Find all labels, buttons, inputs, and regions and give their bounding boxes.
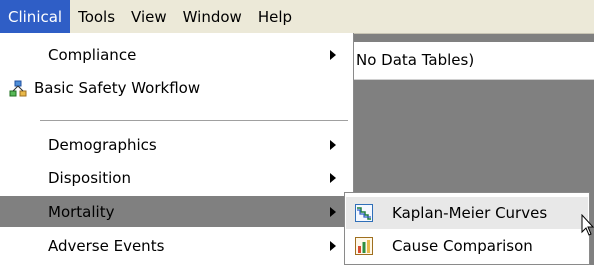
clinical-dropdown-menu: Compliance Basic Safety Workflow Demogra… (0, 33, 354, 265)
submenu-arrow-icon (330, 240, 336, 251)
kaplan-meier-icon (355, 204, 373, 222)
menu-item-adverse-events[interactable]: Adverse Events (0, 230, 353, 261)
menu-help[interactable]: Help (250, 0, 300, 33)
menu-item-label: Adverse Events (48, 236, 165, 255)
menu-tools[interactable]: Tools (70, 0, 123, 33)
cause-comparison-icon (355, 237, 373, 255)
submenu-item-cause-comparison[interactable]: Cause Comparison (346, 230, 588, 262)
submenu-item-label: Cause Comparison (392, 237, 533, 255)
menu-view[interactable]: View (123, 0, 175, 33)
menu-separator (40, 120, 348, 122)
menu-item-label: Disposition (48, 168, 131, 187)
data-tables-text: No Data Tables) (356, 51, 475, 69)
submenu-arrow-icon (330, 49, 336, 60)
menu-item-disposition[interactable]: Disposition (0, 162, 353, 193)
menu-clinical[interactable]: Clinical (0, 0, 71, 33)
menu-item-label: Mortality (48, 202, 115, 221)
menu-item-basic-safety-workflow[interactable]: Basic Safety Workflow (0, 72, 353, 103)
submenu-item-label: Kaplan-Meier Curves (392, 204, 548, 222)
menu-item-label: Compliance (48, 45, 137, 64)
submenu-arrow-icon (330, 206, 336, 217)
menu-item-compliance[interactable]: Compliance (0, 39, 353, 70)
submenu-arrow-icon (330, 139, 336, 150)
menu-item-mortality[interactable]: Mortality (0, 196, 353, 227)
mortality-submenu: Kaplan-Meier Curves Cause Comparison (344, 192, 590, 265)
workflow-icon (9, 80, 27, 97)
menu-item-demographics[interactable]: Demographics (0, 129, 353, 160)
menu-item-label: Basic Safety Workflow (34, 78, 201, 97)
menu-window[interactable]: Window (175, 0, 250, 33)
submenu-arrow-icon (330, 172, 336, 183)
mouse-cursor-icon (581, 214, 594, 236)
data-tables-panel: No Data Tables) (340, 42, 594, 80)
menu-item-label: Demographics (48, 135, 157, 154)
submenu-item-kaplan-meier-curves[interactable]: Kaplan-Meier Curves (346, 197, 588, 229)
menu-bar: Clinical Tools View Window Help (0, 0, 594, 34)
